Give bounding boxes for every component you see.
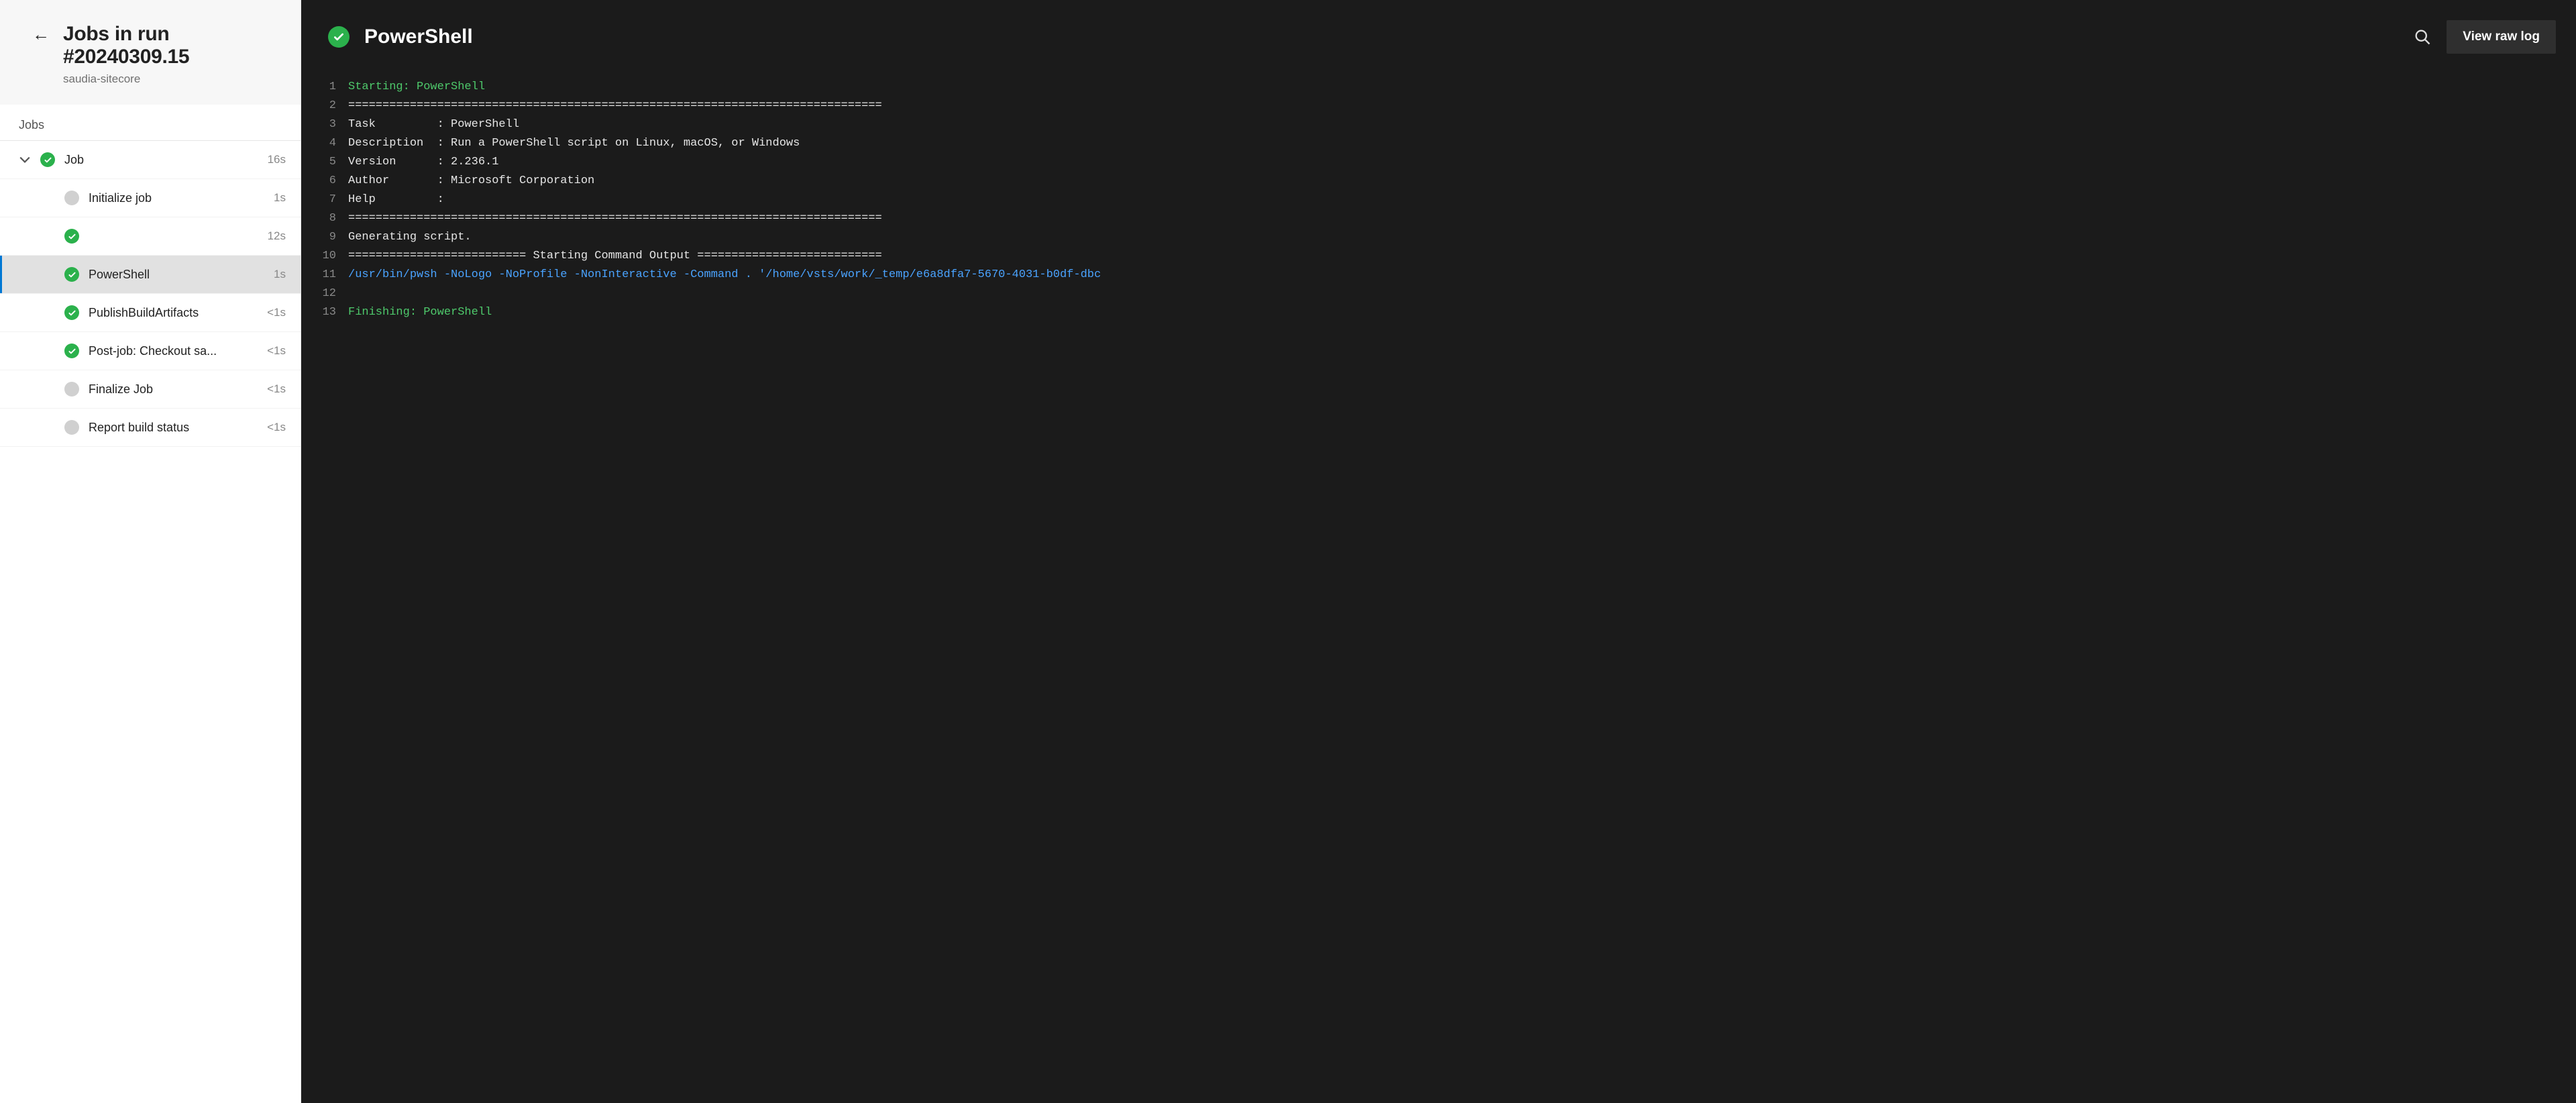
sidebar-title-block: Jobs in run #20240309.15 saudia-sitecore <box>63 23 282 86</box>
log-line: 12 <box>301 284 2576 303</box>
log-line: 4Description : Run a PowerShell script o… <box>301 134 2576 153</box>
log-text <box>348 284 2576 303</box>
log-line: 13Finishing: PowerShell <box>301 303 2576 322</box>
view-raw-log-button[interactable]: View raw log <box>2447 20 2556 54</box>
line-number: 4 <box>301 134 348 153</box>
step-label: Post-job: Checkout sa... <box>89 344 258 358</box>
sidebar-subtitle: saudia-sitecore <box>63 72 282 86</box>
log-line: 6Author : Microsoft Corporation <box>301 172 2576 191</box>
log-text: Author : Microsoft Corporation <box>348 172 2576 191</box>
step-row[interactable]: Post-job: Checkout sa... <1s <box>0 332 301 370</box>
status-success-icon <box>40 152 55 167</box>
log-line: 9Generating script. <box>301 228 2576 247</box>
log-text: ========================== Starting Comm… <box>348 247 2576 266</box>
step-row[interactable]: PublishBuildArtifacts <1s <box>0 294 301 332</box>
log-text: /usr/bin/pwsh -NoLogo -NoProfile -NonInt… <box>348 266 2576 284</box>
log-line: 10========================== Starting Co… <box>301 247 2576 266</box>
line-number: 5 <box>301 153 348 172</box>
log-body[interactable]: 1Starting: PowerShell2==================… <box>301 71 2576 1103</box>
step-duration: <1s <box>267 421 286 434</box>
step-label: Finalize Job <box>89 382 258 397</box>
log-text: Version : 2.236.1 <box>348 153 2576 172</box>
status-idle-icon <box>64 191 79 205</box>
log-text: Generating script. <box>348 228 2576 247</box>
line-number: 10 <box>301 247 348 266</box>
log-text: Description : Run a PowerShell script on… <box>348 134 2576 153</box>
log-line: 1Starting: PowerShell <box>301 78 2576 97</box>
line-number: 13 <box>301 303 348 322</box>
job-row[interactable]: Job 16s <box>0 141 301 179</box>
step-duration: <1s <box>267 382 286 396</box>
jobs-tree: Job 16s Initialize job1s12sPowerShell1sP… <box>0 141 301 1103</box>
step-row[interactable]: Finalize Job <1s <box>0 370 301 409</box>
status-success-icon <box>64 344 79 358</box>
log-line: 8=======================================… <box>301 209 2576 228</box>
log-line: 3Task : PowerShell <box>301 115 2576 134</box>
sidebar-title: Jobs in run #20240309.15 <box>63 23 282 68</box>
log-line: 7Help : <box>301 191 2576 209</box>
status-idle-icon <box>64 382 79 397</box>
job-duration: 16s <box>268 153 286 166</box>
step-row[interactable]: 12s <box>0 217 301 256</box>
log-text: Finishing: PowerShell <box>348 303 2576 322</box>
log-text: Task : PowerShell <box>348 115 2576 134</box>
step-duration: 1s <box>274 191 286 205</box>
line-number: 7 <box>301 191 348 209</box>
log-line: 11/usr/bin/pwsh -NoLogo -NoProfile -NonI… <box>301 266 2576 284</box>
log-line: 5Version : 2.236.1 <box>301 153 2576 172</box>
line-number: 1 <box>301 78 348 97</box>
sidebar-section-label: Jobs <box>0 105 301 141</box>
job-label: Job <box>64 153 258 167</box>
log-header: PowerShell View raw log <box>301 0 2576 71</box>
status-success-icon <box>64 305 79 320</box>
search-icon[interactable] <box>2413 28 2432 46</box>
line-number: 11 <box>301 266 348 284</box>
log-text: Starting: PowerShell <box>348 78 2576 97</box>
step-status-success-icon <box>328 26 350 48</box>
step-duration: 12s <box>268 229 286 243</box>
log-text: ========================================… <box>348 209 2576 228</box>
jobs-sidebar: ← Jobs in run #20240309.15 saudia-siteco… <box>0 0 301 1103</box>
line-number: 12 <box>301 284 348 303</box>
sidebar-header: ← Jobs in run #20240309.15 saudia-siteco… <box>0 0 301 105</box>
step-label: Report build status <box>89 421 258 435</box>
step-duration: 1s <box>274 268 286 281</box>
line-number: 9 <box>301 228 348 247</box>
log-text: Help : <box>348 191 2576 209</box>
step-row[interactable]: Report build status <1s <box>0 409 301 447</box>
step-label: Initialize job <box>89 191 264 205</box>
status-success-icon <box>64 229 79 244</box>
log-line: 2=======================================… <box>301 97 2576 115</box>
line-number: 6 <box>301 172 348 191</box>
chevron-down-icon[interactable] <box>19 154 31 166</box>
status-success-icon <box>64 267 79 282</box>
step-duration: <1s <box>267 344 286 358</box>
log-pane: PowerShell View raw log 1Starting: Power… <box>301 0 2576 1103</box>
log-text: ========================================… <box>348 97 2576 115</box>
step-row[interactable]: Initialize job 1s <box>0 179 301 217</box>
line-number: 8 <box>301 209 348 228</box>
line-number: 2 <box>301 97 348 115</box>
step-label: PowerShell <box>89 268 264 282</box>
line-number: 3 <box>301 115 348 134</box>
log-title: PowerShell <box>364 25 2398 48</box>
step-duration: <1s <box>267 306 286 319</box>
status-idle-icon <box>64 420 79 435</box>
step-row[interactable]: PowerShell 1s <box>0 256 301 294</box>
step-label: PublishBuildArtifacts <box>89 306 258 320</box>
back-arrow-icon[interactable]: ← <box>32 25 50 43</box>
